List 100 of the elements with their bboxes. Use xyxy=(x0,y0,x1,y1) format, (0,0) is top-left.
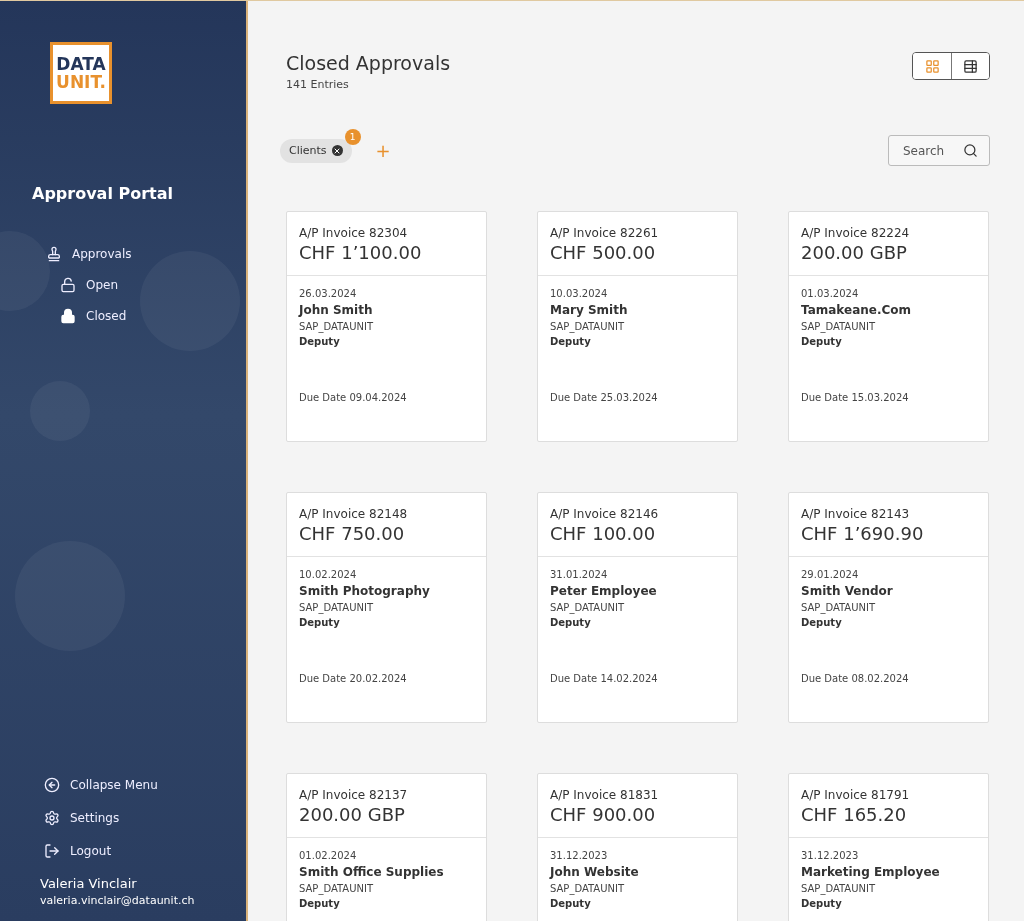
vendor-name: John Smith xyxy=(299,303,374,317)
vendor-name: Smith Vendor xyxy=(801,584,894,598)
role-label: Deputy xyxy=(299,898,341,909)
invoice-card[interactable]: A/P Invoice 82261 CHF 500.00 10.03.2024 Mary Smith SAP_DATAUNIT Deputy Due Date 25.03.2024 xyxy=(537,211,738,442)
search-icon xyxy=(963,143,978,158)
search-field[interactable]: Search xyxy=(888,135,990,166)
invoice-card[interactable]: A/P Invoice 82137 200.00 GBP 01.02.2024 Smith Office Supplies SAP_DATAUNIT Deputy xyxy=(286,773,487,921)
user-email: valeria.vinclair@dataunit.ch xyxy=(40,894,196,907)
sidebar-item[interactable]: Open xyxy=(60,274,246,296)
invoice-card[interactable]: A/P Invoice 82143 CHF 1’690.90 29.01.2024 Smith Vendor SAP_DATAUNIT Deputy Due Date 08.02.2024 xyxy=(788,492,989,723)
invoice-date: 10.03.2024 xyxy=(550,288,609,299)
view-toggle-button[interactable] xyxy=(913,53,951,79)
invoice-amount: 200.00 GBP xyxy=(801,242,908,263)
invoice-amount: CHF 750.00 xyxy=(299,523,406,544)
invoice-date: 26.03.2024 xyxy=(299,288,358,299)
role-label: Deputy xyxy=(299,617,341,628)
count-badge: 1 xyxy=(344,128,361,145)
invoice-amount: CHF 900.00 xyxy=(550,804,657,825)
settings-icon xyxy=(44,810,60,826)
invoice-date: 31.01.2024 xyxy=(550,569,609,580)
sidebar-item[interactable]: Logout xyxy=(44,840,246,862)
invoice-date: 31.12.2023 xyxy=(801,850,860,861)
sidebar-item-label: Closed xyxy=(86,309,127,323)
sidebar-item-label: Open xyxy=(86,278,119,292)
vendor-name: Marketing Employee xyxy=(801,865,941,879)
invoice-date: 01.03.2024 xyxy=(801,288,860,299)
logout-icon xyxy=(44,843,60,859)
role-label: Deputy xyxy=(801,336,843,347)
filter-chip[interactable]: Clients xyxy=(280,138,352,163)
company-name: SAP_DATAUNIT xyxy=(550,321,626,332)
invoice-title: A/P Invoice 82146 xyxy=(550,507,660,521)
sidebar-item-label: Collapse Menu xyxy=(70,778,158,792)
company-name: SAP_DATAUNIT xyxy=(801,602,877,613)
due-date: Due Date 08.02.2024 xyxy=(801,673,910,684)
invoice-amount: CHF 100.00 xyxy=(550,523,657,544)
due-date: Due Date 25.03.2024 xyxy=(550,392,659,403)
vendor-name: John Website xyxy=(550,865,640,879)
company-name: SAP_DATAUNIT xyxy=(299,883,375,894)
invoice-card[interactable]: A/P Invoice 82304 CHF 1’100.00 26.03.2024 John Smith SAP_DATAUNIT Deputy Due Date 09.04.2024 xyxy=(286,211,487,442)
clear-icon[interactable] xyxy=(331,145,343,156)
grid-view-icon xyxy=(924,58,940,74)
sidebar-item-label: Settings xyxy=(70,811,120,825)
role-label: Deputy xyxy=(299,336,341,347)
padlock-icon xyxy=(60,308,76,324)
company-name: SAP_DATAUNIT xyxy=(299,321,375,332)
sidebar-item-label: Logout xyxy=(70,844,112,858)
page-title: Closed Approvals xyxy=(286,52,451,74)
list-view-icon xyxy=(963,58,978,74)
company-name: SAP_DATAUNIT xyxy=(550,602,626,613)
company-name: SAP_DATAUNIT xyxy=(299,602,375,613)
invoice-date: 01.02.2024 xyxy=(299,850,358,861)
unlocked-padlock-icon xyxy=(60,277,76,293)
invoice-card[interactable]: A/P Invoice 81831 CHF 900.00 31.12.2023 John Website SAP_DATAUNIT Deputy xyxy=(537,773,738,921)
invoice-card[interactable]: A/P Invoice 82148 CHF 750.00 10.02.2024 Smith Photography SAP_DATAUNIT Deputy Due Date 20.02.2024 xyxy=(286,492,487,723)
role-label: Deputy xyxy=(801,898,843,909)
invoice-title: A/P Invoice 81831 xyxy=(550,788,660,802)
sidebar-item[interactable]: Closed xyxy=(60,305,246,327)
company-name: SAP_DATAUNIT xyxy=(801,883,877,894)
role-label: Deputy xyxy=(550,336,592,347)
due-date: Due Date 20.02.2024 xyxy=(299,673,408,684)
company-name: SAP_DATAUNIT xyxy=(801,321,877,332)
invoice-title: A/P Invoice 82148 xyxy=(299,507,409,521)
user-name: Valeria Vinclair xyxy=(40,876,138,891)
invoice-title: A/P Invoice 82261 xyxy=(550,226,660,240)
entry-count: 141 Entries xyxy=(286,78,350,91)
due-date: Due Date 09.04.2024 xyxy=(299,392,408,403)
invoice-card[interactable]: A/P Invoice 82146 CHF 100.00 31.01.2024 Peter Employee SAP_DATAUNIT Deputy Due Date 14.02.2024 xyxy=(537,492,738,723)
vendor-name: Peter Employee xyxy=(550,584,658,598)
invoice-title: A/P Invoice 82304 xyxy=(299,226,409,240)
invoice-amount: CHF 165.20 xyxy=(801,804,908,825)
invoice-title: A/P Invoice 82143 xyxy=(801,507,911,521)
invoice-date: 31.12.2023 xyxy=(550,850,609,861)
invoice-date: 10.02.2024 xyxy=(299,569,358,580)
app-title: Approval Portal xyxy=(32,184,174,203)
invoice-amount: 200.00 GBP xyxy=(299,804,406,825)
invoice-title: A/P Invoice 82137 xyxy=(299,788,409,802)
role-label: Deputy xyxy=(550,898,592,909)
due-date: Due Date 15.03.2024 xyxy=(801,392,910,403)
invoice-amount: CHF 1’690.90 xyxy=(801,523,925,544)
invoice-amount: CHF 500.00 xyxy=(550,242,657,263)
invoice-card[interactable]: A/P Invoice 82224 200.00 GBP 01.03.2024 Tamakeane.Com SAP_DATAUNIT Deputy Due Date 15.03.2024 xyxy=(788,211,989,442)
invoice-card[interactable]: A/P Invoice 81791 CHF 165.20 31.12.2023 Marketing Employee SAP_DATAUNIT Deputy xyxy=(788,773,989,921)
sidebar-item[interactable]: Collapse Menu xyxy=(44,774,246,796)
sidebar-item[interactable]: Settings xyxy=(44,807,246,829)
sidebar-item[interactable]: Approvals xyxy=(46,243,246,265)
vendor-name: Smith Office Supplies xyxy=(299,865,445,879)
vendor-name: Smith Photography xyxy=(299,584,431,598)
role-label: Deputy xyxy=(550,617,592,628)
vendor-name: Mary Smith xyxy=(550,303,629,317)
view-toggle-button[interactable] xyxy=(951,53,989,79)
invoice-title: A/P Invoice 81791 xyxy=(801,788,911,802)
due-date: Due Date 14.02.2024 xyxy=(550,673,659,684)
logo: DATA UNIT. xyxy=(50,42,112,104)
role-label: Deputy xyxy=(801,617,843,628)
invoice-title: A/P Invoice 82224 xyxy=(801,226,911,240)
stamp-icon xyxy=(46,246,62,262)
invoice-date: 29.01.2024 xyxy=(801,569,860,580)
sidebar-item-label: Approvals xyxy=(72,247,132,261)
company-name: SAP_DATAUNIT xyxy=(550,883,626,894)
vendor-name: Tamakeane.Com xyxy=(801,303,913,317)
